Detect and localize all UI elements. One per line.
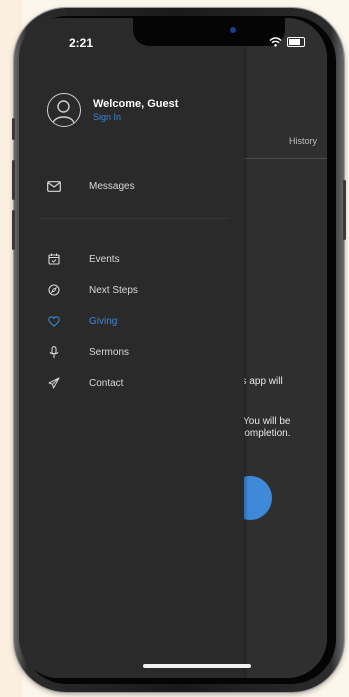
battery-icon: [287, 37, 305, 47]
avatar[interactable]: [47, 93, 81, 127]
envelope-icon: [47, 179, 61, 193]
status-time: 2:21: [69, 36, 94, 50]
phone-screen: History this app will w. You will be n c…: [19, 18, 327, 678]
sign-in-link[interactable]: Sign In: [93, 112, 121, 122]
menu-item-label: Events: [89, 253, 120, 265]
volume-down-button: [12, 210, 15, 250]
mute-switch: [12, 118, 15, 140]
menu-item-events[interactable]: Events: [47, 250, 120, 268]
menu-item-label: Messages: [89, 180, 135, 192]
heart-icon: [47, 314, 61, 328]
paper-plane-icon: [47, 376, 61, 390]
home-indicator[interactable]: [143, 664, 251, 668]
menu-item-sermons[interactable]: Sermons: [47, 343, 129, 361]
camera-notch: [133, 18, 285, 46]
menu-item-giving[interactable]: Giving: [47, 312, 117, 330]
power-button: [343, 180, 346, 240]
wifi-icon: [269, 37, 282, 47]
camera-icon: [230, 27, 236, 33]
menu-item-label: Next Steps: [89, 284, 138, 296]
compass-icon: [47, 283, 61, 297]
navigation-drawer: Welcome, Guest Sign In Messages Events N…: [19, 18, 244, 678]
menu-item-contact[interactable]: Contact: [47, 374, 123, 392]
menu-item-messages[interactable]: Messages: [47, 177, 135, 195]
calendar-icon: [47, 252, 61, 266]
menu-item-label: Sermons: [89, 346, 130, 358]
volume-up-button: [12, 160, 15, 200]
welcome-text: Welcome, Guest: [93, 98, 179, 110]
menu-separator: [39, 218, 229, 219]
user-icon: [52, 100, 75, 124]
tab-divider: [244, 158, 327, 159]
menu-item-label: Contact: [89, 377, 124, 389]
microphone-icon: [47, 345, 61, 359]
menu-item-next-steps[interactable]: Next Steps: [47, 281, 138, 299]
status-icons: [269, 37, 305, 47]
menu-item-label: Giving: [89, 315, 118, 327]
tab-history[interactable]: History: [289, 136, 317, 146]
